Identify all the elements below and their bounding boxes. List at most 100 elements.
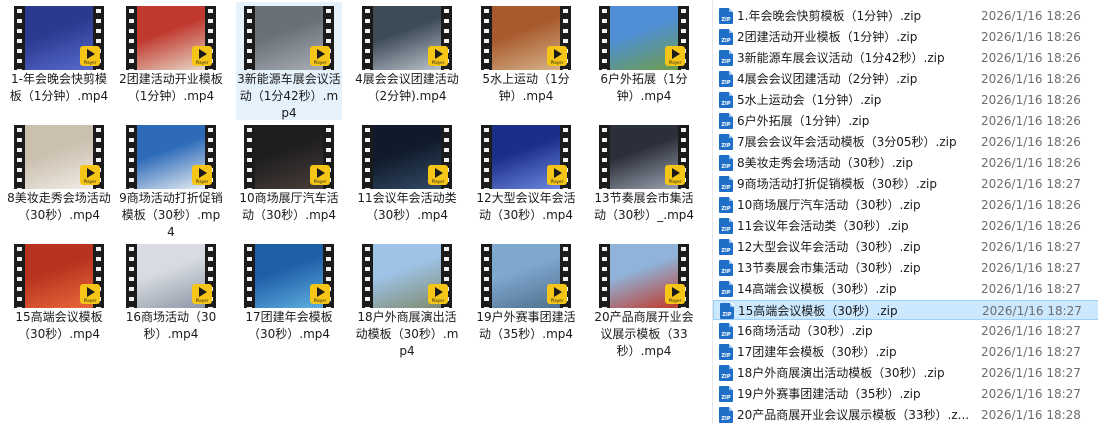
player-badge-label: Player — [195, 60, 209, 65]
zip-icon-label: ZIP — [721, 185, 731, 191]
zip-icon-fold — [729, 134, 733, 138]
video-file-name: 8美妆走秀会场活动（30秒）.mp4 — [7, 191, 111, 222]
video-thumbnail-tile[interactable]: Player 19户外赛事团建活动（35秒）.mp4 — [473, 240, 579, 358]
zip-file-icon: ZIP — [719, 71, 733, 87]
play-triangle-icon — [87, 168, 95, 178]
file-list-row[interactable]: ZIP 1.年会晚会快剪模板（1分钟）.zip 2026/1/16 18:26 — [713, 6, 1098, 26]
play-triangle-icon — [672, 168, 680, 178]
play-triangle-icon — [554, 287, 562, 297]
file-list-row[interactable]: ZIP 11会议年会活动类（30秒）.zip 2026/1/16 18:26 — [713, 216, 1098, 236]
file-list-row[interactable]: ZIP 4展会会议团建活动（2分钟）.zip 2026/1/16 18:26 — [713, 69, 1098, 89]
file-list-row[interactable]: ZIP 13节奏展会市集活动（30秒）.zip 2026/1/16 18:27 — [713, 258, 1098, 278]
zip-file-icon: ZIP — [719, 155, 733, 171]
zip-icon-fold — [729, 29, 733, 33]
player-badge-label: Player — [83, 179, 97, 184]
video-thumbnail-tile[interactable]: Player 13节奏展会市集活动（30秒）_.mp4 — [591, 121, 697, 239]
video-thumbnail-tile[interactable]: Player 15高端会议模板（30秒）.mp4 — [6, 240, 112, 358]
file-list-row[interactable]: ZIP 2团建活动开业模板（1分钟）.zip 2026/1/16 18:26 — [713, 27, 1098, 47]
video-thumbnail-tile[interactable]: Player 6户外拓展（1分钟）.mp4 — [591, 2, 697, 120]
zip-icon-label: ZIP — [721, 332, 731, 338]
video-file-name: 11会议年会活动类（30秒）.mp4 — [357, 191, 457, 222]
player-play-icon: Player — [547, 165, 567, 185]
play-triangle-icon — [317, 168, 325, 178]
file-list-row[interactable]: ZIP 20产品商展开业会议展示模板（33秒）.z... 2026/1/16 18:… — [713, 405, 1098, 424]
zip-icon-label: ZIP — [722, 312, 732, 318]
video-file-name: 19户外赛事团建活动（35秒）.mp4 — [476, 310, 576, 341]
player-play-icon: Player — [192, 284, 212, 304]
video-file-name: 18户外商展演出活动模板（30秒）.mp4 — [355, 310, 459, 358]
video-thumbnail-image: Player — [599, 6, 689, 70]
file-list-row[interactable]: ZIP 12大型会议年会活动（30秒）.zip 2026/1/16 18:27 — [713, 237, 1098, 257]
play-triangle-icon — [199, 49, 207, 59]
film-strip-edge — [481, 6, 492, 70]
film-strip-edge — [126, 125, 137, 189]
player-badge-label: Player — [313, 179, 327, 184]
video-thumbnail-image: Player — [244, 6, 334, 70]
file-list-row[interactable]: ZIP 5水上运动会（1分钟）.zip 2026/1/16 18:26 — [713, 90, 1098, 110]
video-thumbnail-tile[interactable]: Player 18户外商展演出活动模板（30秒）.mp4 — [354, 240, 460, 358]
zip-icon-label: ZIP — [721, 353, 731, 359]
zip-icon-fold — [729, 281, 733, 285]
file-list-row[interactable]: ZIP 16商场活动（30秒）.zip 2026/1/16 18:27 — [713, 321, 1098, 341]
zip-file-icon: ZIP — [719, 29, 733, 45]
file-list-row[interactable]: ZIP 9商场活动打折促销模板（30秒）.zip 2026/1/16 18:27 — [713, 174, 1098, 194]
zip-file-icon: ZIP — [719, 365, 733, 381]
video-thumbnail-tile[interactable]: Player 4展会会议团建活动（2分钟).mp4 — [354, 2, 460, 120]
video-thumbnail-tile[interactable]: Player 11会议年会活动类（30秒）.mp4 — [354, 121, 460, 239]
file-list-row[interactable]: ZIP 6户外拓展（1分钟）.zip 2026/1/16 18:26 — [713, 111, 1098, 131]
video-thumbnail-tile[interactable]: Player 20产品商展开业会议展示模板（33秒）.mp4 — [591, 240, 697, 358]
zip-file-icon: ZIP — [719, 113, 733, 129]
file-list-row[interactable]: ZIP 8美妆走秀会场活动（30秒）.zip 2026/1/16 18:26 — [713, 153, 1098, 173]
file-list-row[interactable]: ZIP 17团建年会模板（30秒）.zip 2026/1/16 18:27 — [713, 342, 1098, 362]
zip-file-icon: ZIP — [719, 134, 733, 150]
zip-icon-fold — [729, 323, 733, 327]
zip-icon-fold — [729, 176, 733, 180]
video-thumbnail-tile[interactable]: Player 1-年会晚会快剪模板（1分钟）.mp4 — [6, 2, 112, 120]
video-thumbnail-tile[interactable]: Player 5水上运动（1分钟）.mp4 — [473, 2, 579, 120]
zip-icon-fold — [729, 407, 733, 411]
zip-icon-fold — [729, 239, 733, 243]
zip-icon-label: ZIP — [721, 248, 731, 254]
player-play-icon: Player — [80, 165, 100, 185]
play-triangle-icon — [199, 168, 207, 178]
video-thumbnail-tile[interactable]: Player 3新能源车展会议活动（1分42秒）.mp4 — [236, 2, 342, 120]
video-thumbnail-tile[interactable]: Player 12大型会议年会活动（30秒）.mp4 — [473, 121, 579, 239]
video-thumbnail-image: Player — [481, 125, 571, 189]
file-list-row[interactable]: ZIP 18户外商展演出活动模板（30秒）.zip 2026/1/16 18:27 — [713, 363, 1098, 383]
zip-icon-fold — [729, 92, 733, 96]
zip-icon-label: ZIP — [721, 143, 731, 149]
player-badge-label: Player — [668, 298, 682, 303]
file-modified-date: 2026/1/16 18:26 — [981, 51, 1081, 65]
zip-file-icon: ZIP — [719, 344, 733, 360]
film-strip-edge — [362, 6, 373, 70]
file-modified-date: 2026/1/16 18:28 — [981, 408, 1081, 422]
file-modified-date: 2026/1/16 18:26 — [981, 135, 1081, 149]
file-list-row[interactable]: ZIP 7展会会议年会活动模板（3分05秒）.zip 2026/1/16 18:26 — [713, 132, 1098, 152]
player-play-icon: Player — [428, 284, 448, 304]
play-triangle-icon — [87, 287, 95, 297]
file-list-row[interactable]: ZIP 15高端会议模板（30秒）.zip 2026/1/16 18:27 — [713, 300, 1098, 320]
video-thumbnail-tile[interactable]: Player 8美妆走秀会场活动（30秒）.mp4 — [6, 121, 112, 239]
video-thumbnail-tile[interactable]: Player 2团建活动开业模板（1分钟）.mp4 — [118, 2, 224, 120]
file-list-row[interactable]: ZIP 3新能源车展会议活动（1分42秒）.zip 2026/1/16 18:26 — [713, 48, 1098, 68]
video-thumbnail-tile[interactable]: Player 9商场活动打折促销模板（30秒）.mp4 — [118, 121, 224, 239]
video-thumbnail-image: Player — [14, 125, 104, 189]
video-thumbnail-image: Player — [14, 244, 104, 308]
file-list-row[interactable]: ZIP 19户外赛事团建活动（35秒）.zip 2026/1/16 18:27 — [713, 384, 1098, 404]
video-thumbnail-tile[interactable]: Player 17团建年会模板（30秒）.mp4 — [236, 240, 342, 358]
zip-icon-label: ZIP — [721, 80, 731, 86]
file-list-pane: ZIP 1.年会晚会快剪模板（1分钟）.zip 2026/1/16 18:26 ZIP… — [712, 0, 1098, 424]
file-modified-date: 2026/1/16 18:26 — [981, 114, 1081, 128]
file-list-row[interactable]: ZIP 14高端会议模板（30秒）.zip 2026/1/16 18:27 — [713, 279, 1098, 299]
video-thumbnail-tile[interactable]: Player 16商场活动（30秒）.mp4 — [118, 240, 224, 358]
file-list-row[interactable]: ZIP 10商场展厅汽车活动（30秒）.zip 2026/1/16 18:26 — [713, 195, 1098, 215]
player-play-icon: Player — [310, 46, 330, 66]
zip-file-icon: ZIP — [719, 407, 733, 423]
zip-icon-label: ZIP — [721, 374, 731, 380]
video-thumbnail-tile[interactable]: Player 10商场展厅汽车活动（30秒）.mp4 — [236, 121, 342, 239]
video-file-name: 20产品商展开业会议展示模板（33秒）.mp4 — [594, 310, 694, 358]
video-thumbnail-image: Player — [599, 244, 689, 308]
zip-file-name: 19户外赛事团建活动（35秒）.zip — [737, 387, 921, 401]
zip-icon-fold — [729, 155, 733, 159]
zip-file-name: 15高端会议模板（30秒）.zip — [738, 304, 898, 318]
